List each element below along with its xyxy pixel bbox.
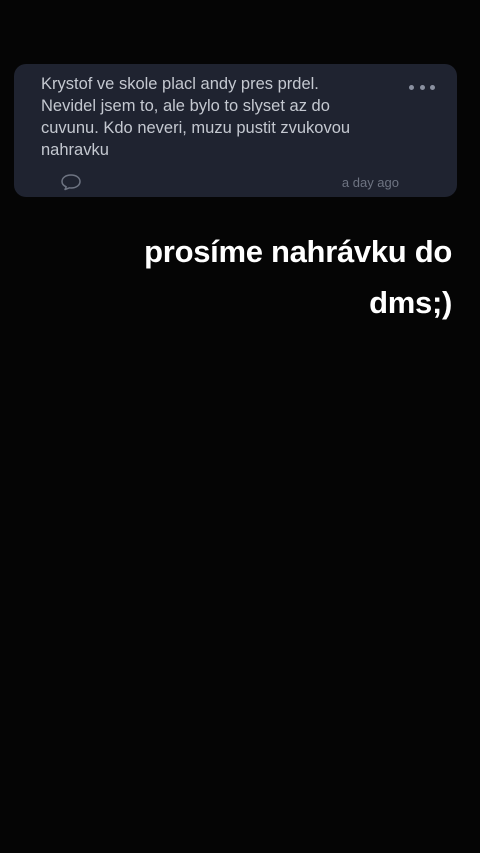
- story-screen: Krystof ve skole placl andy pres prdel. …: [0, 0, 480, 853]
- overlay-line-2: dms;): [369, 285, 452, 320]
- overlay-line-1: prosíme nahrávku do: [144, 234, 452, 269]
- comment-timestamp: a day ago: [341, 175, 399, 190]
- speech-bubble-icon[interactable]: [60, 173, 82, 191]
- more-dot-icon: [419, 84, 425, 90]
- more-dot-icon: [430, 84, 435, 90]
- more-dot-icon: [409, 84, 414, 90]
- comment-card: Krystof ve skole placl andy pres prdel. …: [14, 64, 457, 197]
- comment-text: Krystof ve skole placl andy pres prdel. …: [41, 75, 351, 159]
- more-options-button[interactable]: [409, 80, 435, 94]
- story-text-overlay: prosíme nahrávku do dms;): [72, 226, 452, 328]
